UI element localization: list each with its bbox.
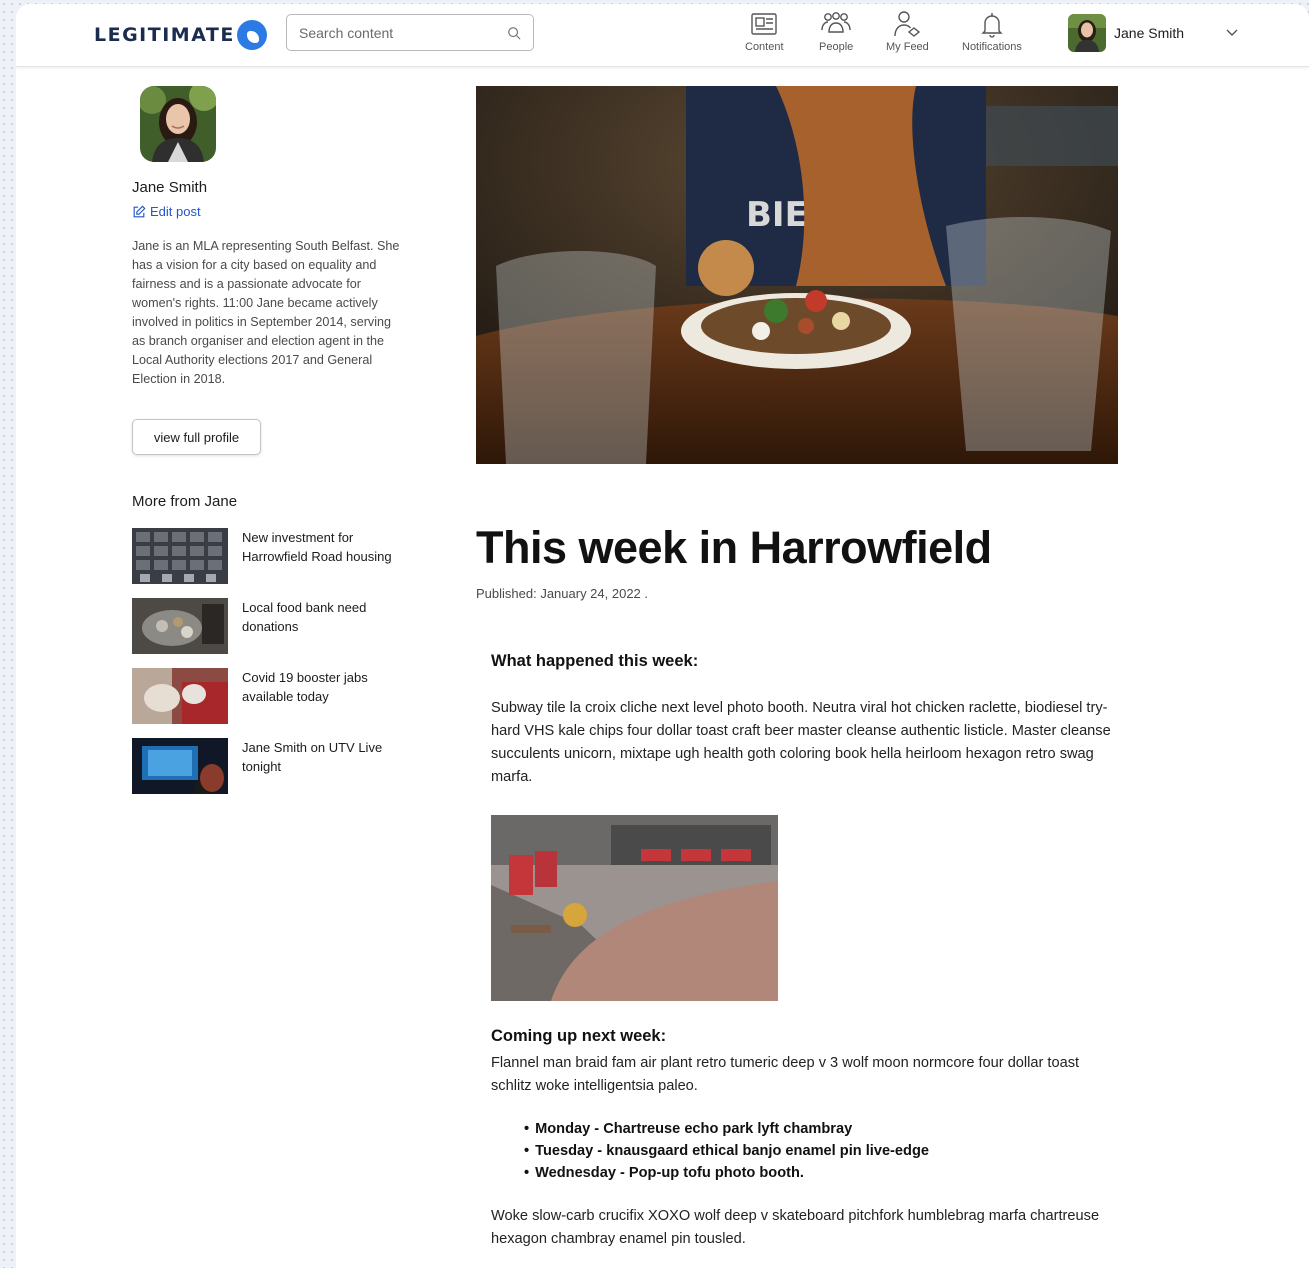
list-item[interactable]: Covid 19 booster jabs available today bbox=[132, 668, 412, 724]
more-from-heading: More from Jane bbox=[132, 493, 238, 510]
list-item-title: Jane Smith on UTV Live tonight bbox=[242, 740, 383, 774]
people-icon bbox=[821, 12, 851, 33]
newspaper-icon bbox=[751, 13, 777, 35]
logo-text: LEGITIMATE bbox=[94, 24, 235, 46]
nav-label-my-feed: My Feed bbox=[886, 41, 929, 53]
post-body: What happened this week: Subway tile la … bbox=[491, 652, 1116, 1251]
list-item-title: New investment for Harrowfield Road hous… bbox=[242, 530, 392, 564]
list-item: Tuesday - knausgaard ethical banjo ename… bbox=[524, 1140, 1116, 1162]
nav-notifications[interactable]: Notifications bbox=[962, 10, 1022, 60]
paragraph: Woke slow-carb crucifix XOXO wolf deep v… bbox=[491, 1208, 1100, 1247]
logo[interactable]: LEGITIMATE bbox=[94, 18, 267, 52]
user-menu[interactable]: Jane Smith bbox=[1068, 13, 1184, 53]
paragraph: Subway tile la croix cliche next level p… bbox=[491, 700, 1111, 785]
view-full-profile-button[interactable]: view full profile bbox=[132, 419, 261, 455]
edit-post-link[interactable]: Edit post bbox=[132, 204, 201, 219]
author-bio: Jane is an MLA representing South Belfas… bbox=[132, 239, 400, 386]
search-box[interactable] bbox=[286, 14, 534, 51]
publish-date: Published: January 24, 2022 . bbox=[476, 586, 649, 601]
schedule-list: Monday - Chartreuse echo park lyft chamb… bbox=[524, 1118, 1116, 1184]
nav-label-people: People bbox=[819, 41, 854, 53]
nav-content[interactable]: Content bbox=[745, 10, 784, 60]
top-navigation-bar: LEGITIMATE Content People bbox=[16, 4, 1309, 67]
list-item[interactable]: Jane Smith on UTV Live tonight bbox=[132, 738, 412, 794]
search-icon[interactable] bbox=[507, 26, 521, 40]
avatar bbox=[1068, 14, 1106, 52]
nav-people[interactable]: People bbox=[819, 10, 853, 60]
nav-label-content: Content bbox=[745, 41, 784, 53]
logo-mark-icon bbox=[236, 20, 267, 50]
search-input[interactable] bbox=[299, 24, 507, 41]
list-item[interactable]: Local food bank need donations bbox=[132, 598, 412, 654]
paragraph: Flannel man braid fam air plant retro tu… bbox=[491, 1055, 1080, 1094]
post-title: This week in Harrowfield bbox=[476, 522, 992, 573]
list-item[interactable]: New investment for Harrowfield Road hous… bbox=[132, 528, 412, 584]
author-photo bbox=[140, 86, 216, 162]
thumbnail-image bbox=[132, 738, 228, 794]
list-item: Monday - Chartreuse echo park lyft chamb… bbox=[524, 1118, 1116, 1140]
chevron-down-icon[interactable] bbox=[1224, 24, 1240, 40]
section-heading: Coming up next week: bbox=[491, 1027, 667, 1045]
more-from-list: New investment for Harrowfield Road hous… bbox=[132, 528, 412, 808]
app-window: LEGITIMATE Content People bbox=[16, 4, 1309, 1268]
edit-post-label: Edit post bbox=[150, 204, 201, 219]
edit-icon bbox=[133, 205, 146, 217]
list-item: Wednesday - Pop-up tofu photo booth. bbox=[524, 1162, 1116, 1184]
thumbnail-image bbox=[132, 598, 228, 654]
inline-image bbox=[491, 815, 778, 1001]
thumbnail-image bbox=[132, 668, 228, 724]
section-heading: What happened this week: bbox=[491, 652, 699, 670]
bell-icon bbox=[981, 13, 1003, 38]
author-avatar[interactable] bbox=[140, 86, 216, 162]
nav-label-notifications: Notifications bbox=[962, 41, 1022, 53]
thumbnail-image bbox=[132, 528, 228, 584]
nav-my-feed[interactable]: My Feed bbox=[886, 10, 929, 60]
user-name: Jane Smith bbox=[1114, 25, 1185, 41]
user-feed-icon bbox=[894, 11, 921, 37]
hero-image: BIENTÔ bbox=[476, 86, 1118, 464]
avatar-photo bbox=[1068, 14, 1106, 52]
list-item-title: Local food bank need donations bbox=[242, 600, 367, 634]
list-item-title: Covid 19 booster jabs available today bbox=[242, 670, 368, 704]
author-name: Jane Smith bbox=[132, 179, 208, 196]
